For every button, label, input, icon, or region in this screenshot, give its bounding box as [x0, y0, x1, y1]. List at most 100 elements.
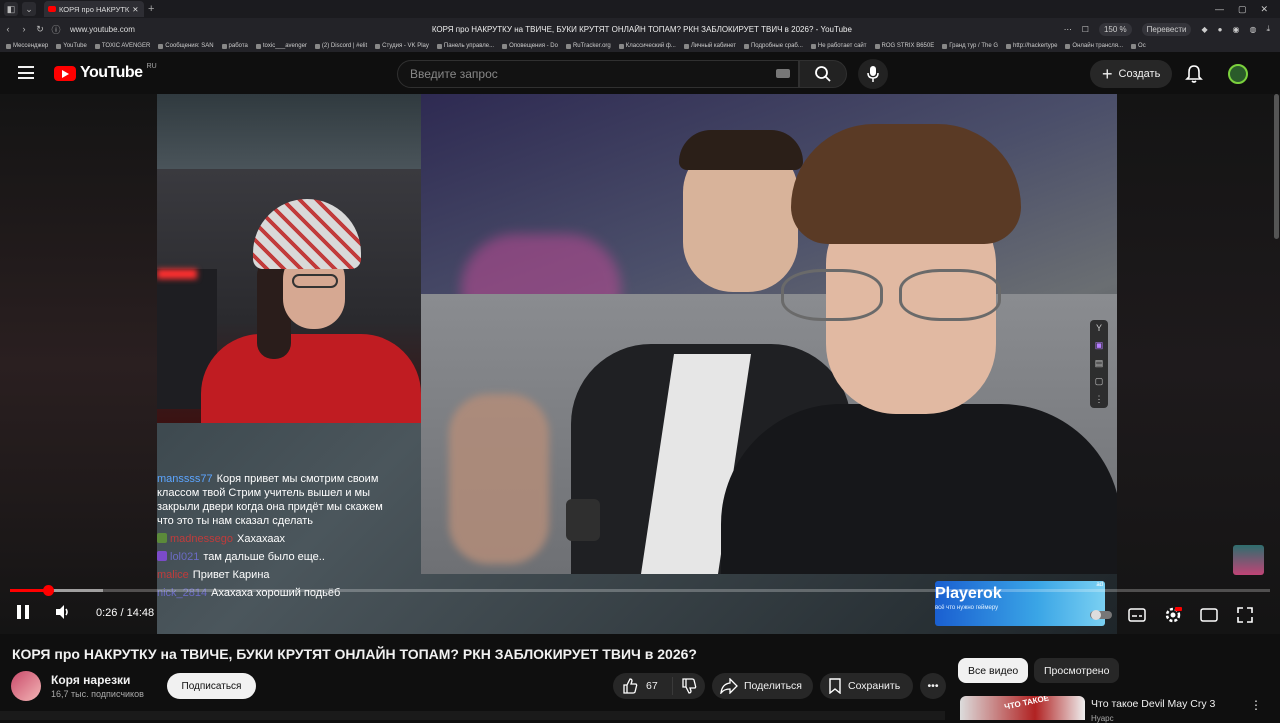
bookmark-label: Не работает сайт	[817, 43, 867, 49]
dislike-button[interactable]	[673, 678, 705, 694]
bookmark-item[interactable]: Студия - VK Play	[375, 43, 429, 49]
save-button[interactable]: Сохранить	[820, 673, 913, 699]
like-dislike-group: 67	[613, 673, 705, 699]
bookmark-item[interactable]: YouTube	[56, 43, 87, 49]
corner-thumbnail[interactable]	[1233, 545, 1264, 575]
address-bar-actions: ⋯ ☐ 150 % Перевести ◆ ● ◉ ◍ ⤓	[1064, 22, 1280, 36]
bookmark-item[interactable]: (2) Discord | #elit	[314, 43, 367, 49]
progress-scrubber[interactable]	[43, 585, 54, 596]
bookmark-item[interactable]: Классический ф...	[618, 43, 676, 49]
subtitles-button[interactable]	[1119, 603, 1155, 627]
bookmark-item[interactable]: RuTracker.org	[565, 43, 611, 49]
bookmark-item[interactable]: Подробные сраб...	[743, 43, 803, 49]
bookmark-item[interactable]: работа	[221, 43, 248, 49]
recommended-thumbnail[interactable]: ЧТО ТАКОЕ	[960, 696, 1085, 720]
new-tab-icon[interactable]: +	[148, 3, 154, 15]
keyboard-icon[interactable]	[776, 69, 790, 78]
chat-icon[interactable]: ▤	[1095, 358, 1104, 369]
channel-subscribers: 16,7 тыс. подписчиков	[51, 689, 144, 699]
recommended-title[interactable]: Что такое Devil May Cry 3	[1091, 698, 1215, 710]
progress-bar[interactable]	[10, 585, 1270, 596]
browser-menu-icon[interactable]: ◧	[4, 2, 18, 16]
bookmark-item[interactable]: Не работает сайт	[810, 43, 867, 49]
maximize-icon[interactable]: ▢	[1238, 4, 1247, 15]
video-player[interactable]: Y ▣ ▤ ▢ ⋮ manssss77 Коря привет мы смотри…	[0, 94, 1280, 634]
youtube-header: YouTube RU + Создать	[0, 52, 1280, 94]
tab-list-icon[interactable]: ⌄	[22, 2, 36, 16]
voice-search-button[interactable]	[858, 59, 888, 89]
theater-mode-button[interactable]	[1191, 603, 1227, 627]
chip-watched[interactable]: Просмотрено	[1034, 658, 1120, 683]
bookmark-favicon-icon	[618, 43, 624, 49]
bookmark-item[interactable]: Личный кабинет	[683, 43, 736, 49]
url-field[interactable]: www.youtube.com	[70, 25, 220, 34]
extension-icon[interactable]: ●	[1218, 25, 1223, 34]
bookmark-item[interactable]: http://hackertype	[1006, 43, 1057, 49]
reload-icon[interactable]: ↻	[32, 24, 48, 35]
widget-icon[interactable]: Y	[1096, 323, 1102, 333]
translate-button[interactable]: Перевести	[1141, 22, 1192, 36]
youtube-logo[interactable]: YouTube RU	[54, 63, 157, 82]
right-controls	[1083, 603, 1263, 627]
settings-button[interactable]	[1155, 603, 1191, 627]
bookmark-item[interactable]: TOXIC AVENGER	[94, 43, 150, 49]
bookmark-item[interactable]: Ос	[1131, 43, 1146, 49]
page-scrollbar[interactable]	[1274, 94, 1279, 239]
more-icon[interactable]: ⋯	[1064, 25, 1072, 34]
autoplay-toggle[interactable]	[1083, 603, 1119, 627]
bookmark-item[interactable]: Панель управле...	[436, 43, 494, 49]
bookmark-label: Классический ф...	[625, 43, 676, 49]
back-icon[interactable]: ‹	[0, 24, 16, 34]
forward-icon[interactable]: ›	[16, 24, 32, 34]
bookmark-item[interactable]: Сообщения: SAN	[158, 43, 214, 49]
bookmark-favicon-icon	[6, 43, 11, 49]
bookmark-item[interactable]: toxic___avenger	[255, 43, 307, 49]
recommended-more-icon[interactable]: ⋮	[1250, 698, 1262, 712]
volume-button[interactable]	[54, 604, 72, 625]
download-icon[interactable]: ⤓	[1266, 24, 1270, 34]
close-window-icon[interactable]: ✕	[1260, 4, 1268, 15]
youtube-play-icon	[54, 65, 76, 81]
more-actions-button[interactable]: •••	[920, 673, 946, 699]
minimize-icon[interactable]: —	[1215, 4, 1224, 15]
like-button[interactable]: 67	[613, 677, 673, 695]
search-button[interactable]	[799, 60, 847, 88]
bookmark-favicon-icon	[314, 43, 320, 49]
channel-avatar[interactable]	[11, 671, 41, 701]
extension-icon[interactable]: ◉	[1232, 25, 1239, 34]
bookmark-item[interactable]: Гранд тур / The G	[942, 43, 998, 49]
hamburger-menu-icon[interactable]	[18, 66, 34, 79]
share-button[interactable]: Поделиться	[712, 673, 813, 699]
bookmark-item[interactable]: Онлайн трансля...	[1065, 43, 1123, 49]
create-button[interactable]: + Создать	[1090, 60, 1173, 88]
search-box	[397, 60, 799, 88]
thumbs-down-icon	[682, 678, 697, 694]
chip-all-videos[interactable]: Все видео	[958, 658, 1029, 683]
bookmark-item[interactable]: Оповещения - Do	[502, 43, 558, 49]
webcam-top-area	[157, 94, 421, 169]
chat-message: manssss77 Коря привет мы смотрим своим кл…	[157, 472, 387, 528]
extension-side-widgets: Y ▣ ▤ ▢ ⋮	[1090, 320, 1108, 408]
subtitles-icon	[1128, 608, 1146, 622]
channel-name[interactable]: Коря нарезки	[51, 673, 130, 687]
subscribe-button[interactable]: Подписаться	[167, 673, 256, 699]
site-info-icon[interactable]: ⓘ	[48, 23, 64, 36]
search-input[interactable]	[398, 61, 758, 87]
twitch-icon[interactable]: ▣	[1095, 340, 1104, 351]
zoom-indicator[interactable]: 150 %	[1098, 22, 1132, 36]
account-avatar[interactable]	[1228, 64, 1248, 84]
bookmark-icon[interactable]: ☐	[1082, 25, 1089, 34]
recommended-channel[interactable]: Нуарс	[1091, 714, 1114, 723]
tab-close-icon[interactable]: ✕	[132, 5, 138, 14]
notifications-bell-icon[interactable]	[1185, 64, 1203, 89]
browser-tab[interactable]: КОРЯ про НАКРУТК ✕	[44, 1, 144, 17]
bookmark-item[interactable]: Мессенджер	[6, 43, 48, 49]
fullscreen-button[interactable]	[1227, 603, 1263, 627]
extension-icon[interactable]: ◍	[1249, 25, 1256, 34]
screen-icon[interactable]: ▢	[1095, 376, 1104, 387]
volume-icon	[56, 605, 68, 619]
bookmark-item[interactable]: ROG STRIX B650E	[874, 43, 934, 49]
extension-icon[interactable]: ◆	[1201, 25, 1207, 34]
pause-button[interactable]	[17, 605, 31, 619]
widget-more-icon[interactable]: ⋮	[1095, 394, 1104, 405]
